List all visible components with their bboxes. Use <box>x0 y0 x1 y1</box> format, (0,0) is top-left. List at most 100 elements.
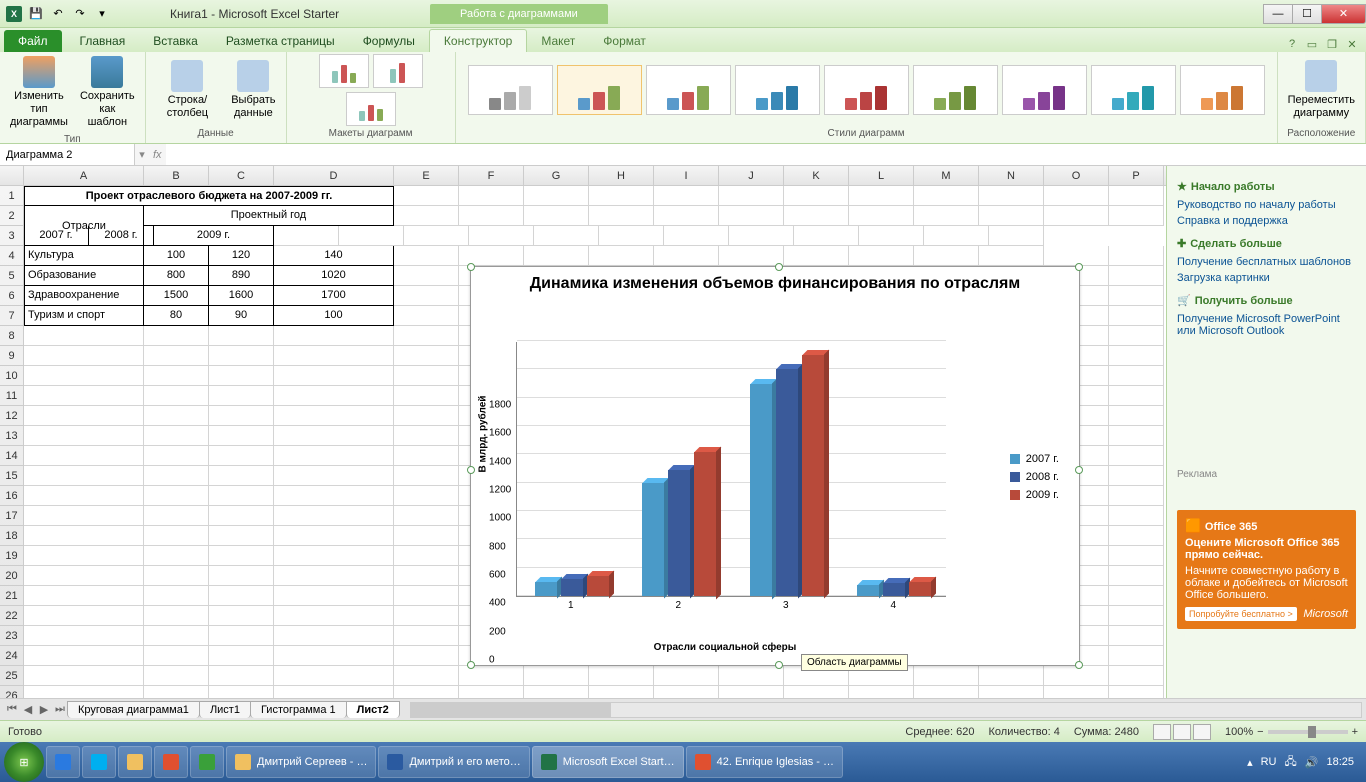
cell[interactable] <box>144 586 209 606</box>
cell[interactable] <box>274 226 339 246</box>
cell[interactable] <box>1109 646 1164 666</box>
taskbar-item[interactable]: 42. Enrique Iglesias - … <box>686 746 843 778</box>
chart-style-thumb[interactable] <box>646 65 731 115</box>
cell[interactable]: Культура <box>24 246 144 266</box>
row-header[interactable]: 2 <box>0 206 24 226</box>
cell[interactable] <box>274 426 394 446</box>
zoom-level[interactable]: 100% <box>1225 726 1253 738</box>
cell[interactable] <box>654 686 719 698</box>
cell[interactable] <box>394 626 459 646</box>
cell[interactable] <box>794 226 859 246</box>
tab-insert[interactable]: Вставка <box>139 30 212 52</box>
row-header[interactable]: 6 <box>0 286 24 306</box>
cell[interactable] <box>1109 586 1164 606</box>
cell[interactable] <box>599 226 664 246</box>
excel-app-icon[interactable]: X <box>4 4 24 24</box>
cell[interactable] <box>144 626 209 646</box>
cell[interactable] <box>274 326 394 346</box>
row-header[interactable]: 21 <box>0 586 24 606</box>
column-header[interactable]: I <box>654 166 719 185</box>
chart-bar[interactable] <box>909 582 931 596</box>
cell[interactable] <box>1109 366 1164 386</box>
taskbar-item[interactable]: Дмитрий Сергеев - … <box>226 746 376 778</box>
row-header[interactable]: 17 <box>0 506 24 526</box>
cell[interactable] <box>784 246 849 266</box>
cell[interactable] <box>394 366 459 386</box>
cell[interactable] <box>1109 626 1164 646</box>
chart-layout-thumb[interactable] <box>373 54 423 88</box>
row-header[interactable]: 9 <box>0 346 24 366</box>
pinned-player-icon[interactable] <box>154 746 188 778</box>
cell[interactable] <box>1109 506 1164 526</box>
cell[interactable] <box>274 406 394 426</box>
resize-handle[interactable] <box>467 466 475 474</box>
pinned-skype-icon[interactable] <box>82 746 116 778</box>
row-header[interactable]: 20 <box>0 566 24 586</box>
cell[interactable] <box>1109 206 1164 226</box>
row-header[interactable]: 23 <box>0 626 24 646</box>
tray-clock[interactable]: 18:25 <box>1326 756 1354 768</box>
cell[interactable] <box>24 626 144 646</box>
cell[interactable] <box>144 386 209 406</box>
cell[interactable] <box>24 366 144 386</box>
cell[interactable] <box>979 686 1044 698</box>
chart-legend[interactable]: 2007 г.2008 г.2009 г. <box>1010 447 1059 507</box>
chart-bar[interactable] <box>561 579 583 596</box>
name-box[interactable] <box>0 144 135 165</box>
row-header[interactable]: 19 <box>0 546 24 566</box>
chart-bar[interactable] <box>883 583 905 596</box>
cell[interactable] <box>144 506 209 526</box>
row-header[interactable]: 3 <box>0 226 24 246</box>
cell[interactable] <box>1109 306 1164 326</box>
minimize-button[interactable]: — <box>1263 4 1293 24</box>
cell[interactable]: 800 <box>144 266 209 286</box>
cell[interactable] <box>914 666 979 686</box>
save-icon[interactable]: 💾 <box>26 4 46 24</box>
pinned-dropbox-icon[interactable] <box>46 746 80 778</box>
cell[interactable] <box>849 186 914 206</box>
cell[interactable] <box>524 666 589 686</box>
resize-handle[interactable] <box>1075 466 1083 474</box>
cell[interactable] <box>1109 526 1164 546</box>
tab-page-layout[interactable]: Разметка страницы <box>212 30 349 52</box>
column-header[interactable]: P <box>1109 166 1164 185</box>
view-normal-button[interactable] <box>1153 724 1171 740</box>
cell[interactable] <box>1044 206 1109 226</box>
cell[interactable] <box>24 606 144 626</box>
cell[interactable] <box>394 486 459 506</box>
view-page-layout-button[interactable] <box>1173 724 1191 740</box>
column-header[interactable]: M <box>914 166 979 185</box>
cell[interactable] <box>394 206 459 226</box>
cell[interactable] <box>274 566 394 586</box>
row-header[interactable]: 24 <box>0 646 24 666</box>
column-header[interactable]: H <box>589 166 654 185</box>
cell[interactable] <box>1109 246 1164 266</box>
cell[interactable] <box>144 566 209 586</box>
chart-bar[interactable] <box>802 355 824 596</box>
cell[interactable] <box>209 366 274 386</box>
cell[interactable] <box>719 206 784 226</box>
chart-style-thumb[interactable] <box>468 65 553 115</box>
cell[interactable] <box>144 366 209 386</box>
cell[interactable] <box>274 526 394 546</box>
cell[interactable] <box>209 466 274 486</box>
cell[interactable] <box>394 326 459 346</box>
sheet-nav-prev[interactable]: ◀ <box>20 702 36 718</box>
chart-layout-thumb[interactable] <box>346 92 396 126</box>
cell[interactable] <box>274 586 394 606</box>
cell[interactable] <box>24 526 144 546</box>
cell[interactable] <box>144 346 209 366</box>
cell[interactable] <box>924 226 989 246</box>
select-data-button[interactable]: Выбрать данные <box>227 58 279 122</box>
cell[interactable] <box>144 526 209 546</box>
column-header[interactable]: A <box>24 166 144 185</box>
cell[interactable] <box>24 446 144 466</box>
cell[interactable] <box>1109 686 1164 698</box>
maximize-button[interactable]: ☐ <box>1292 4 1322 24</box>
cell[interactable] <box>209 566 274 586</box>
taskbar-item[interactable]: Дмитрий и его мето… <box>378 746 529 778</box>
move-chart-button[interactable]: Переместить диаграмму <box>1284 58 1359 122</box>
cell[interactable] <box>209 606 274 626</box>
cell[interactable] <box>1109 326 1164 346</box>
cell[interactable] <box>24 666 144 686</box>
